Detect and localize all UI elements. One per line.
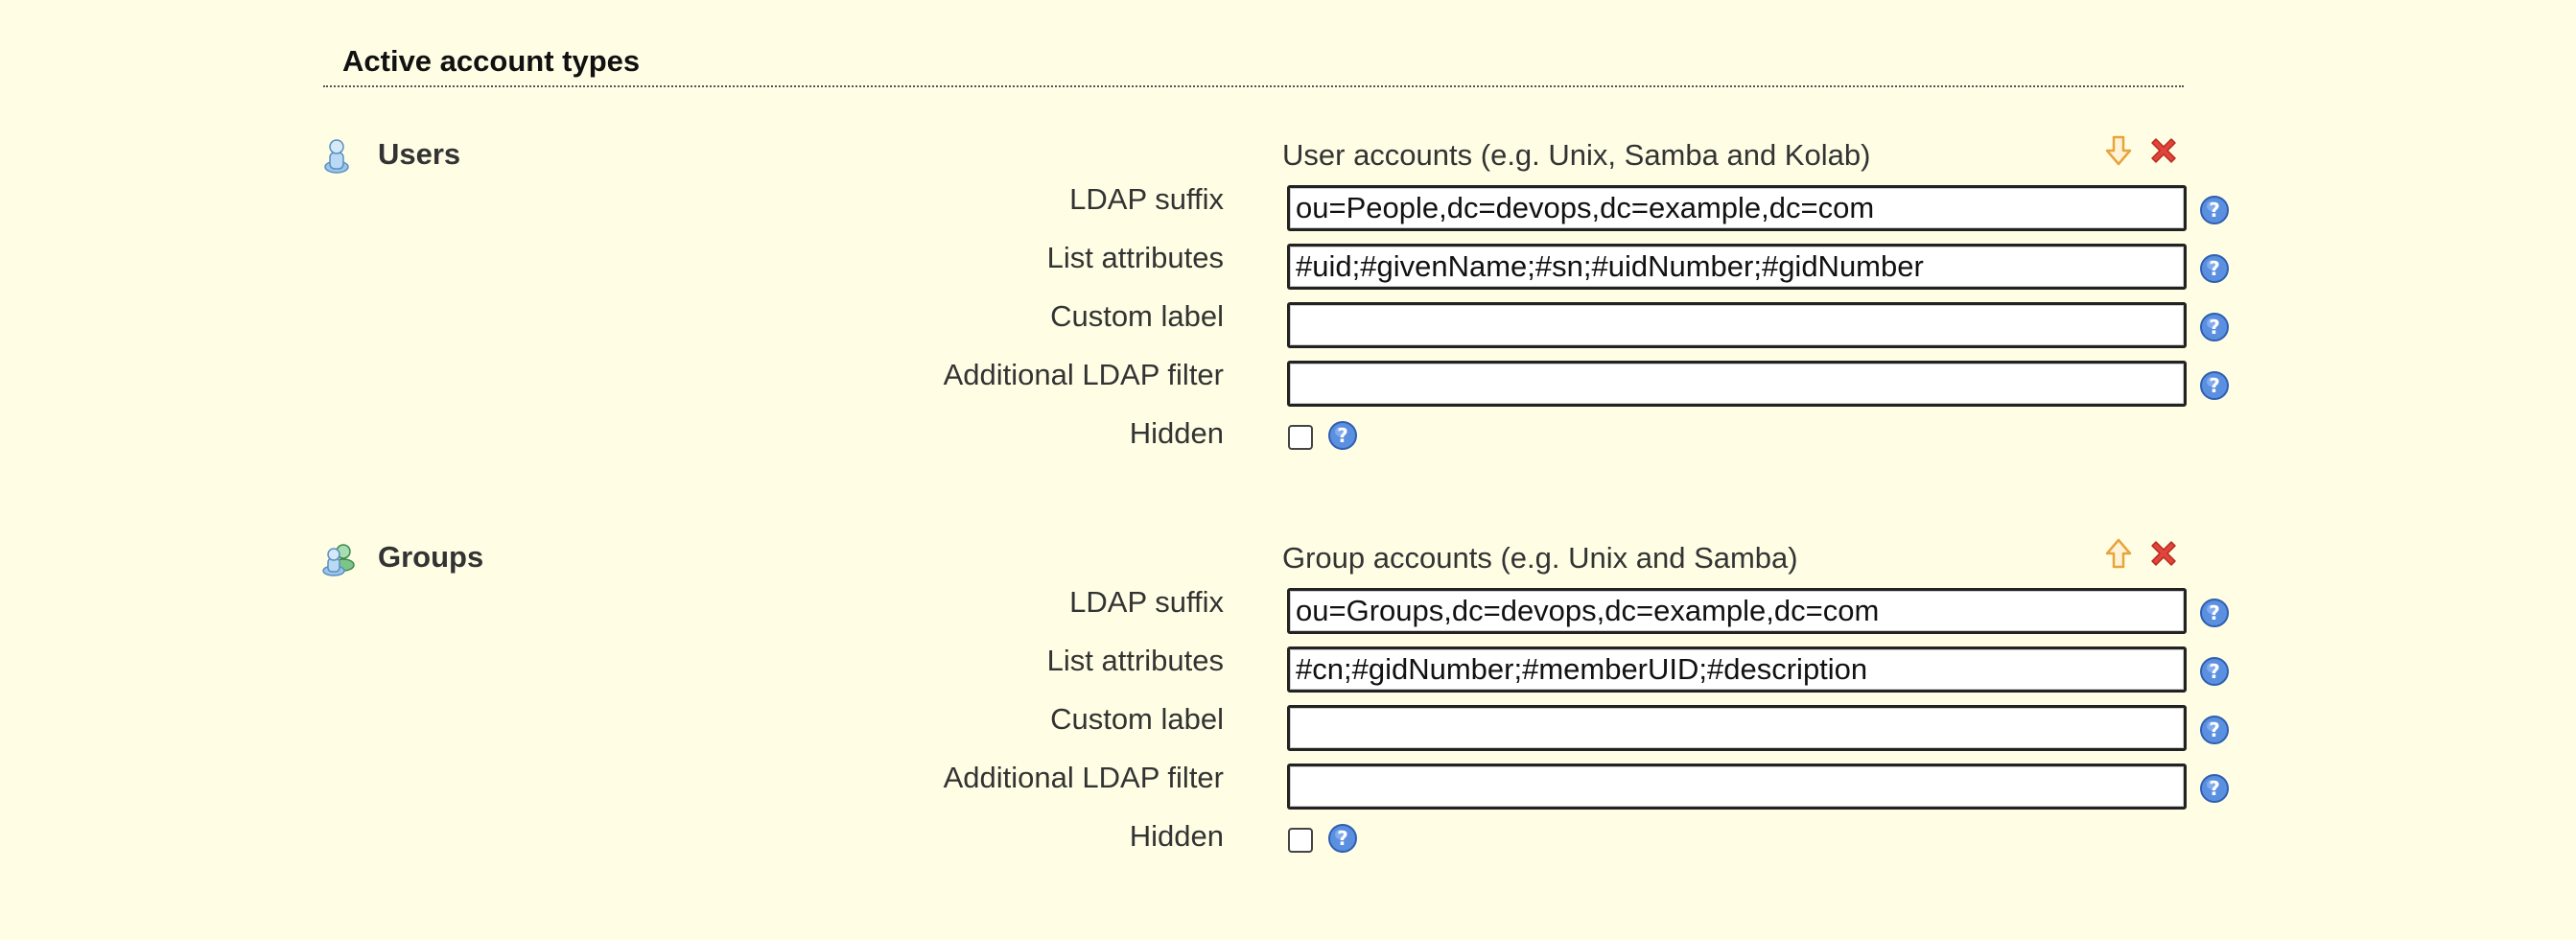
custom-label-input[interactable] — [1287, 705, 2187, 751]
account-type-users: Users User accounts (e.g. Unix, Samba an… — [0, 120, 2576, 523]
account-type-name: Users — [378, 137, 461, 171]
ldap-suffix-label: LDAP suffix — [1069, 182, 1224, 216]
group-icon — [322, 540, 355, 576]
hidden-row: Hidden ? — [0, 416, 2576, 468]
account-type-name: Groups — [378, 540, 484, 574]
user-icon — [322, 137, 351, 174]
ldap-filter-label: Additional LDAP filter — [943, 761, 1224, 794]
ldap-filter-input[interactable] — [1287, 361, 2187, 407]
help-icon[interactable]: ? — [2199, 656, 2230, 687]
account-type-description: Group accounts (e.g. Unix and Samba) — [1282, 541, 1798, 575]
hidden-label: Hidden — [1129, 416, 1224, 450]
help-icon[interactable]: ? — [2199, 195, 2230, 225]
hidden-checkbox[interactable] — [1288, 425, 1313, 450]
list-attributes-row: List attributes ? — [0, 644, 2576, 695]
ldap-filter-label: Additional LDAP filter — [943, 358, 1224, 391]
svg-text:?: ? — [1337, 827, 1348, 850]
help-icon[interactable]: ? — [2199, 598, 2230, 628]
hidden-checkbox[interactable] — [1288, 828, 1313, 853]
help-icon[interactable]: ? — [2199, 312, 2230, 342]
ldap-suffix-input[interactable] — [1287, 588, 2187, 634]
account-type-groups: Groups Group accounts (e.g. Unix and Sam… — [0, 523, 2576, 926]
custom-label-label: Custom label — [1050, 702, 1224, 736]
svg-text:?: ? — [2209, 777, 2220, 800]
ldap-filter-row: Additional LDAP filter ? — [0, 358, 2576, 410]
help-icon[interactable]: ? — [1327, 823, 1358, 854]
custom-label-label: Custom label — [1050, 299, 1224, 333]
list-attributes-row: List attributes ? — [0, 241, 2576, 293]
svg-text:?: ? — [2209, 660, 2220, 683]
help-icon[interactable]: ? — [1327, 420, 1358, 451]
svg-text:?: ? — [2209, 718, 2220, 741]
custom-label-row: Custom label ? — [0, 702, 2576, 754]
list-attributes-label: List attributes — [1046, 241, 1224, 274]
svg-text:?: ? — [2209, 316, 2220, 339]
ldap-filter-row: Additional LDAP filter ? — [0, 761, 2576, 812]
list-attributes-input[interactable] — [1287, 244, 2187, 290]
help-icon[interactable]: ? — [2199, 715, 2230, 745]
custom-label-row: Custom label ? — [0, 299, 2576, 351]
svg-text:?: ? — [2209, 257, 2220, 280]
svg-text:?: ? — [2209, 601, 2220, 624]
section-divider — [323, 85, 2184, 87]
account-type-description: User accounts (e.g. Unix, Samba and Kola… — [1282, 138, 1871, 172]
ldap-suffix-input[interactable] — [1287, 185, 2187, 231]
ldap-suffix-row: LDAP suffix ? — [0, 585, 2576, 637]
ldap-suffix-row: LDAP suffix ? — [0, 182, 2576, 234]
hidden-row: Hidden ? — [0, 819, 2576, 871]
list-attributes-input[interactable] — [1287, 646, 2187, 693]
arrow-down-icon[interactable] — [2104, 133, 2133, 168]
section-title: Active account types — [342, 44, 641, 78]
delete-icon[interactable] — [2146, 536, 2181, 571]
hidden-label: Hidden — [1129, 819, 1224, 853]
ldap-suffix-label: LDAP suffix — [1069, 585, 1224, 619]
svg-text:?: ? — [1337, 424, 1348, 447]
arrow-up-icon[interactable] — [2104, 536, 2133, 571]
custom-label-input[interactable] — [1287, 302, 2187, 348]
help-icon[interactable]: ? — [2199, 773, 2230, 804]
list-attributes-label: List attributes — [1046, 644, 1224, 677]
svg-text:?: ? — [2209, 374, 2220, 397]
delete-icon[interactable] — [2146, 133, 2181, 168]
help-icon[interactable]: ? — [2199, 253, 2230, 284]
svg-text:?: ? — [2209, 199, 2220, 222]
help-icon[interactable]: ? — [2199, 370, 2230, 401]
ldap-filter-input[interactable] — [1287, 764, 2187, 810]
